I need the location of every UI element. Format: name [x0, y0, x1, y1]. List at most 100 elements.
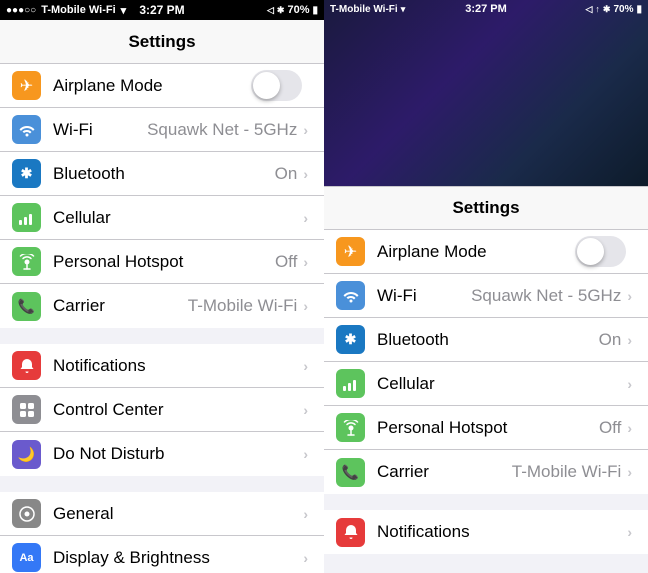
cellular-row-icon	[12, 203, 41, 232]
battery-icon: ▮	[312, 5, 318, 16]
left-row-cellular[interactable]: Cellular ›	[0, 196, 324, 240]
notifications-row-icon	[12, 351, 41, 380]
left-right-status: ◁ ✱ 70% ▮	[267, 4, 318, 16]
airplane-toggle[interactable]	[251, 70, 302, 101]
airplane-icon: ✈	[12, 71, 41, 100]
right-bluetooth-row-icon: ✱	[336, 325, 365, 354]
right-airplane-icon: ✈	[336, 237, 365, 266]
right-row-wifi[interactable]: Wi-Fi Squawk Net - 5GHz ›	[324, 274, 648, 318]
left-group-network: ✈ Airplane Mode Wi-Fi Squawk Net - 5GHz …	[0, 64, 324, 328]
left-row-carrier[interactable]: 📞 Carrier T-Mobile Wi-Fi ›	[0, 284, 324, 328]
right-group-network: ✈ Airplane Mode Wi-Fi Squawk Net - 5GHz …	[324, 230, 648, 494]
right-row-bluetooth[interactable]: ✱ Bluetooth On ›	[324, 318, 648, 362]
right-hotspot-value: Off	[599, 418, 621, 438]
left-nav-bar: Settings	[0, 20, 324, 64]
controlcenter-chevron: ›	[303, 402, 308, 418]
cellular-label: Cellular	[53, 208, 303, 228]
right-arrow-icon: ↑	[595, 4, 600, 14]
right-airplane-label: Airplane Mode	[377, 242, 575, 262]
wifi-value: Squawk Net - 5GHz	[147, 120, 297, 140]
right-notifications-chevron: ›	[627, 524, 632, 540]
general-chevron: ›	[303, 506, 308, 522]
controlcenter-label: Control Center	[53, 400, 303, 420]
left-status-bar: ●●●○○ T-Mobile Wi-Fi ▾ 3:27 PM ◁ ✱ 70% ▮	[0, 0, 324, 20]
left-row-general[interactable]: General ›	[0, 492, 324, 536]
left-row-bluetooth[interactable]: ✱ Bluetooth On ›	[0, 152, 324, 196]
donotdisturb-row-icon: 🌙	[12, 440, 41, 469]
left-group-system: Notifications › Control Center › �	[0, 344, 324, 476]
right-hotspot-label: Personal Hotspot	[377, 418, 599, 438]
right-airplane-toggle[interactable]	[575, 236, 626, 267]
signal-icon: ●●●○○	[6, 5, 36, 16]
display-label: Display & Brightness	[53, 548, 303, 568]
carrier-row-icon: 📞	[12, 292, 41, 321]
bluetooth-value: On	[275, 164, 298, 184]
location-icon: ◁	[267, 5, 274, 16]
left-settings-list: ✈ Airplane Mode Wi-Fi Squawk Net - 5GHz …	[0, 64, 324, 573]
bluetooth-row-icon: ✱	[12, 159, 41, 188]
hotspot-label: Personal Hotspot	[53, 252, 275, 272]
general-label: General	[53, 504, 303, 524]
right-hotspot-icon	[336, 413, 365, 442]
left-group-general: General › Aa Display & Brightness › Wal	[0, 492, 324, 573]
right-row-carrier[interactable]: 📞 Carrier T-Mobile Wi-Fi ›	[324, 450, 648, 494]
bluetooth-chevron: ›	[303, 166, 308, 182]
bluetooth-status-icon: ✱	[277, 5, 285, 16]
bluetooth-label: Bluetooth	[53, 164, 275, 184]
controlcenter-row-icon	[12, 395, 41, 424]
right-notifications-icon	[336, 518, 365, 547]
right-wifi-chevron: ›	[627, 288, 632, 304]
right-settings-list: Settings ✈ Airplane Mode Wi-Fi Squa	[324, 186, 648, 573]
right-row-hotspot[interactable]: Personal Hotspot Off ›	[324, 406, 648, 450]
carrier-label: T-Mobile Wi-Fi	[41, 4, 115, 16]
right-row-cellular[interactable]: Cellular ›	[324, 362, 648, 406]
notifications-chevron: ›	[303, 358, 308, 374]
left-row-wifi[interactable]: Wi-Fi Squawk Net - 5GHz ›	[0, 108, 324, 152]
right-bluetooth-icon: ✱	[603, 4, 611, 15]
left-status-carrier: ●●●○○ T-Mobile Wi-Fi ▾	[6, 4, 126, 17]
general-row-icon	[12, 499, 41, 528]
right-group-system: Notifications ›	[324, 510, 648, 554]
right-carrier-label: Carrier	[377, 462, 512, 482]
wifi-label: Wi-Fi	[53, 120, 147, 140]
right-battery-icon: ▮	[636, 4, 642, 15]
left-row-hotspot[interactable]: Personal Hotspot Off ›	[0, 240, 324, 284]
right-cellular-label: Cellular	[377, 374, 627, 394]
right-wifi-value: Squawk Net - 5GHz	[471, 286, 621, 306]
wifi-chevron: ›	[303, 122, 308, 138]
display-row-icon: Aa	[12, 543, 41, 572]
hotspot-row-icon	[12, 247, 41, 276]
right-row-airplane[interactable]: ✈ Airplane Mode	[324, 230, 648, 274]
right-carrier: T-Mobile Wi-Fi	[330, 4, 398, 15]
battery-label: 70%	[287, 4, 309, 16]
airplane-label: Airplane Mode	[53, 76, 251, 96]
right-carrier-icon: 📞	[336, 458, 365, 487]
right-battery-text: 70%	[613, 4, 633, 15]
right-time: 3:27 PM	[465, 3, 507, 15]
left-row-controlcenter[interactable]: Control Center ›	[0, 388, 324, 432]
carrier-chevron: ›	[303, 298, 308, 314]
left-row-display[interactable]: Aa Display & Brightness ›	[0, 536, 324, 573]
right-top-status-bar: T-Mobile Wi-Fi ▾ 3:27 PM ◁ ↑ ✱ 70% ▮	[324, 0, 648, 18]
right-nav-title: Settings	[452, 198, 519, 218]
carrier-value: T-Mobile Wi-Fi	[188, 296, 298, 316]
left-row-airplane[interactable]: ✈ Airplane Mode	[0, 64, 324, 108]
right-status-icons: ◁ ↑ ✱ 70% ▮	[586, 4, 643, 15]
right-bluetooth-value: On	[599, 330, 622, 350]
left-row-donotdisturb[interactable]: 🌙 Do Not Disturb ›	[0, 432, 324, 476]
right-hotspot-chevron: ›	[627, 420, 632, 436]
wifi-icon: ▾	[121, 4, 127, 17]
right-bluetooth-label: Bluetooth	[377, 330, 599, 350]
right-wifi-indicator: ▾	[401, 4, 406, 15]
right-cellular-chevron: ›	[627, 376, 632, 392]
hotspot-value: Off	[275, 252, 297, 272]
right-row-notifications[interactable]: Notifications ›	[324, 510, 648, 554]
notifications-label: Notifications	[53, 356, 303, 376]
left-time: 3:27 PM	[139, 3, 184, 17]
right-carrier-chevron: ›	[627, 464, 632, 480]
donotdisturb-label: Do Not Disturb	[53, 444, 303, 464]
carrier-label-row: Carrier	[53, 296, 188, 316]
right-bluetooth-chevron: ›	[627, 332, 632, 348]
right-carrier-value: T-Mobile Wi-Fi	[512, 462, 622, 482]
left-row-notifications[interactable]: Notifications ›	[0, 344, 324, 388]
